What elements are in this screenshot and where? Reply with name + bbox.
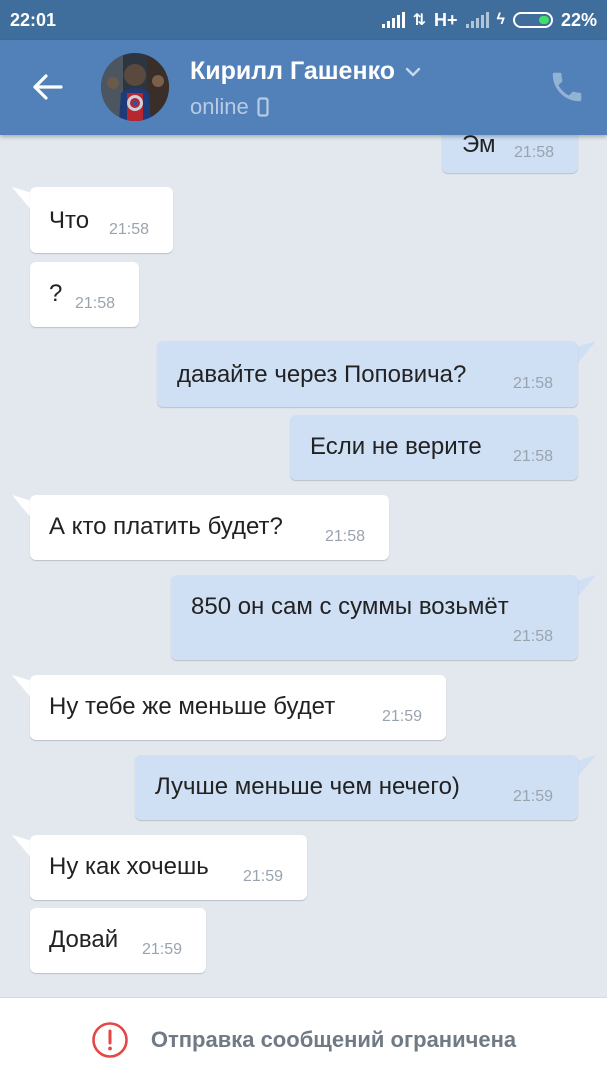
status-time: 22:01 (10, 9, 57, 30)
contact-status: online (190, 94, 269, 120)
avatar-image (101, 53, 169, 121)
message-time: 21:58 (513, 375, 554, 392)
message-outgoing[interactable]: 850 он сам с суммы возьмёт 21:58 (171, 575, 578, 660)
battery-percent: 22% (560, 9, 597, 30)
message-time: 21:58 (325, 528, 366, 545)
charging-icon: ϟ (496, 11, 505, 28)
messaging-restricted-bar: Отправка сообщений ограничена (0, 997, 607, 1080)
message-text: Ну как хочешь (49, 853, 209, 880)
message-time: 21:58 (109, 221, 150, 238)
warning-icon (92, 1021, 128, 1058)
message-incoming[interactable]: Довай 21:59 (30, 908, 206, 973)
bubble-tail-outgoing (576, 341, 596, 365)
bubble-tail-incoming (12, 835, 32, 859)
message-time: 21:58 (513, 448, 554, 465)
message-text: Эм (462, 135, 496, 158)
message-outgoing[interactable]: Лучше меньше чем нечего) 21:59 (135, 755, 578, 820)
message-text: А кто платить будет? (49, 513, 283, 540)
restriction-notice: Отправка сообщений ограничена (150, 1026, 517, 1052)
bubble-tail-incoming (12, 675, 32, 699)
chevron-down-icon (405, 67, 421, 76)
message-text: Если не верите (310, 433, 482, 460)
contact-avatar[interactable] (101, 53, 169, 121)
message-time: 21:58 (513, 628, 554, 645)
signal-strength-icon (381, 12, 405, 28)
bubble-tail-outgoing (576, 755, 596, 779)
bubble-tail-incoming (12, 495, 32, 519)
message-incoming[interactable]: Ну тебе же меньше будет 21:59 (30, 675, 446, 740)
battery-icon (512, 12, 553, 28)
message-time: 21:58 (514, 144, 555, 161)
signal-strength-sim2-icon (465, 12, 489, 28)
message-incoming[interactable]: Что 21:58 (30, 187, 173, 253)
contact-name: Кирилл Гашенко (190, 57, 396, 85)
message-list[interactable]: Эм 21:58 Что 21:58 ? 21:58 давайте через… (0, 135, 607, 997)
message-text: давайте через Поповича? (177, 361, 467, 388)
status-indicators: ⇅ H+ ϟ 22% (381, 9, 597, 31)
data-transfer-icon: ⇅ (412, 12, 426, 29)
bubble-tail-outgoing (576, 575, 596, 599)
mobile-icon (257, 97, 269, 117)
back-button[interactable] (28, 67, 68, 107)
status-bar: 22:01 ⇅ H+ ϟ 22% (0, 0, 607, 40)
back-arrow-icon (33, 74, 63, 100)
message-outgoing[interactable]: Эм 21:58 (442, 135, 578, 173)
chat-header: Кирилл Гашенко online (0, 40, 607, 135)
message-incoming[interactable]: Ну как хочешь 21:59 (30, 835, 307, 900)
message-incoming[interactable]: ? 21:58 (30, 262, 139, 327)
message-time: 21:59 (382, 708, 423, 725)
bubble-tail-incoming (12, 187, 32, 211)
phone-icon (552, 72, 582, 102)
message-text: Довай (49, 926, 119, 953)
network-type: H+ (433, 9, 458, 30)
contact-name-button[interactable]: Кирилл Гашенко (190, 57, 421, 86)
message-text: Ну тебе же меньше будет (49, 693, 336, 720)
message-text: Что (49, 207, 90, 234)
message-text: 850 он сам с суммы возьмёт (191, 593, 509, 620)
message-incoming[interactable]: А кто платить будет? 21:58 (30, 495, 389, 560)
message-outgoing[interactable]: Если не верите 21:58 (290, 415, 578, 480)
online-status: online (190, 94, 249, 119)
message-time: 21:59 (513, 788, 554, 805)
message-time: 21:59 (142, 941, 183, 958)
call-button[interactable] (548, 68, 586, 106)
message-text: Лучше меньше чем нечего) (155, 773, 460, 800)
message-text: ? (49, 280, 63, 307)
message-time: 21:59 (243, 868, 284, 885)
message-time: 21:58 (75, 295, 116, 312)
message-outgoing[interactable]: давайте через Поповича? 21:58 (157, 341, 578, 407)
